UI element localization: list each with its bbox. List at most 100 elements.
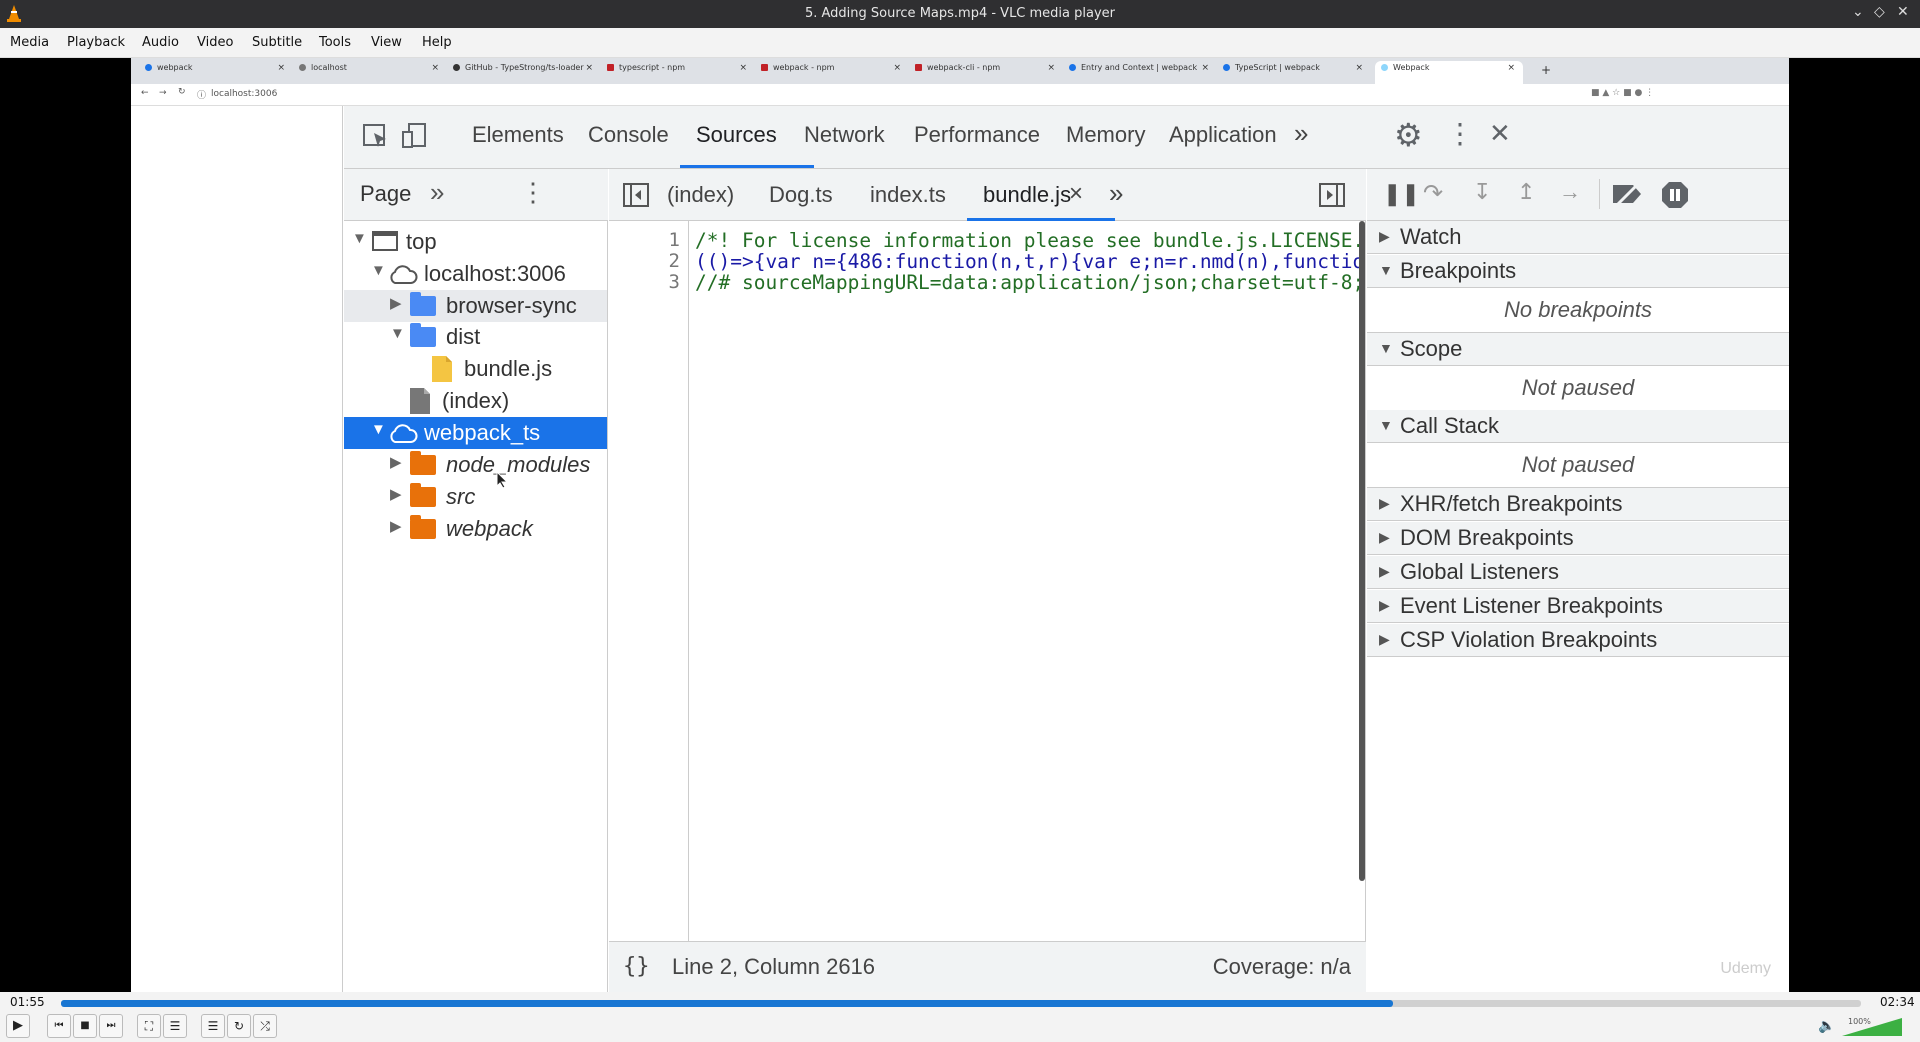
more-navigator-icon[interactable]: » <box>430 177 444 208</box>
more-editor-tabs-icon[interactable]: » <box>1109 178 1123 209</box>
tab-application[interactable]: Application <box>1169 122 1277 148</box>
code-line-2[interactable]: (()=>{var n={486:function(n,t,r){var e;n… <box>695 250 1360 273</box>
section-xhr-breakpoints[interactable]: ▶ XHR/fetch Breakpoints <box>1367 488 1789 521</box>
tab-performance[interactable]: Performance <box>914 122 1040 148</box>
section-dom-breakpoints[interactable]: ▶ DOM Breakpoints <box>1367 522 1789 555</box>
navigator-menu-icon[interactable]: ⋮ <box>520 177 546 208</box>
npm-icon <box>607 64 614 71</box>
volume-slider[interactable] <box>1842 1018 1902 1036</box>
next-button[interactable]: ⏭ <box>99 1014 123 1038</box>
info-icon: ⓘ <box>197 91 207 101</box>
stop-button[interactable]: ■ <box>73 1014 97 1038</box>
close-devtools-icon[interactable]: ✕ <box>1489 118 1511 149</box>
tree-item-browser-sync[interactable]: ▶ browser-sync <box>344 290 607 322</box>
tree-item-src[interactable]: ▶ src <box>344 481 607 513</box>
tree-item-label: src <box>446 484 476 509</box>
kebab-menu-icon[interactable]: ⋮ <box>1446 117 1474 150</box>
previous-button[interactable]: ⏮ <box>47 1014 71 1038</box>
tree-item-bundle-js[interactable]: bundle.js <box>344 353 607 385</box>
line-number-gutter: 1 2 3 <box>609 221 689 941</box>
settings-gear-icon[interactable]: ⚙ <box>1394 116 1423 154</box>
play-button[interactable]: ▶ <box>6 1014 30 1038</box>
seek-bar[interactable] <box>61 1000 1861 1007</box>
section-csp-violation-breakpoints[interactable]: ▶ CSP Violation Breakpoints <box>1367 624 1789 657</box>
more-tabs-icon[interactable]: » <box>1294 118 1308 149</box>
extended-settings-button[interactable]: ☰ <box>163 1014 187 1038</box>
active-tab-indicator <box>680 165 814 168</box>
menu-help[interactable]: Help <box>422 35 452 50</box>
menu-subtitle[interactable]: Subtitle <box>252 35 302 50</box>
toggle-navigator-icon[interactable] <box>623 183 649 207</box>
tab-console[interactable]: Console <box>588 122 669 148</box>
section-call-stack[interactable]: ▼ Call Stack <box>1367 410 1789 443</box>
line-number: 2 <box>668 250 680 272</box>
tree-item-label: top <box>406 229 437 254</box>
speaker-icon[interactable]: 🔈 <box>1818 1018 1835 1034</box>
step-over-icon[interactable]: ↷ <box>1423 179 1443 208</box>
tree-item-label: webpack_ts <box>424 420 541 445</box>
step-icon[interactable]: → <box>1559 179 1581 205</box>
collapsed-arrow-icon: ▶ <box>1379 529 1390 545</box>
collapsed-arrow-icon: ▶ <box>390 295 402 312</box>
browser-tab-strip: webpack × localhost × GitHub - TypeStrong/… <box>131 58 1789 84</box>
extension-icons: ■ ▲ ☆ ■ ● ⋮ <box>1591 88 1655 98</box>
menu-audio[interactable]: Audio <box>142 35 179 50</box>
browser-tab-label: Webpack <box>1393 63 1430 72</box>
tree-item-top[interactable]: ▼ top <box>344 226 607 258</box>
close-editor-tab-icon[interactable]: × <box>1069 180 1083 208</box>
section-watch[interactable]: ▶ Watch <box>1367 221 1789 254</box>
minimize-icon[interactable]: ⌄ <box>1852 4 1864 20</box>
menu-media[interactable]: Media <box>10 35 49 50</box>
menu-playback[interactable]: Playback <box>67 35 125 50</box>
step-out-icon[interactable]: ↥ <box>1517 179 1535 205</box>
shuffle-button[interactable]: ⤮ <box>253 1014 277 1038</box>
pretty-print-button[interactable]: {} <box>623 954 650 979</box>
tree-item-localhost[interactable]: ▼ localhost:3006 <box>344 258 607 290</box>
editor-tab-index-ts[interactable]: index.ts <box>870 182 946 208</box>
folder-icon <box>410 292 436 316</box>
tree-item-webpack[interactable]: ▶ webpack <box>344 513 607 545</box>
deactivate-breakpoints-icon[interactable] <box>1611 181 1645 207</box>
fullscreen-button[interactable]: ⛶ <box>137 1014 161 1038</box>
maximize-icon[interactable]: ◇ <box>1874 4 1885 20</box>
close-icon[interactable]: ✕ <box>1897 4 1909 20</box>
tree-item-webpack-ts[interactable]: ▼ webpack_ts <box>344 417 607 449</box>
editor-tab-bundle-js[interactable]: bundle.js <box>983 182 1071 208</box>
tree-item-index[interactable]: (index) <box>344 385 607 417</box>
browser-tab-label: localhost <box>311 63 347 72</box>
section-scope[interactable]: ▼ Scope <box>1367 333 1789 366</box>
tab-memory[interactable]: Memory <box>1066 122 1145 148</box>
menu-view[interactable]: View <box>371 35 402 50</box>
menu-video[interactable]: Video <box>197 35 233 50</box>
tree-item-label: (index) <box>442 388 510 413</box>
editor-tab-index[interactable]: (index) <box>667 182 734 208</box>
menu-tools[interactable]: Tools <box>319 35 351 50</box>
section-global-listeners[interactable]: ▶ Global Listeners <box>1367 556 1789 589</box>
toggle-debugger-icon[interactable] <box>1319 183 1345 207</box>
code-line-1[interactable]: /*! For license information please see b… <box>695 229 1360 252</box>
pause-icon[interactable]: ❚❚ <box>1383 181 1420 207</box>
tree-item-dist[interactable]: ▼ dist <box>344 321 607 353</box>
playlist-button[interactable]: ☰ <box>201 1014 225 1038</box>
code-line-3[interactable]: //# sourceMappingURL=data:application/js… <box>695 271 1360 294</box>
tab-elements[interactable]: Elements <box>472 122 564 148</box>
collapsed-arrow-icon: ▶ <box>1379 563 1390 579</box>
forward-icon: → <box>159 88 167 98</box>
pause-on-exceptions-icon[interactable] <box>1661 181 1689 209</box>
navigator-tab-page[interactable]: Page <box>360 181 411 207</box>
section-breakpoints[interactable]: ▼ Breakpoints <box>1367 255 1789 288</box>
tab-network[interactable]: Network <box>804 122 885 148</box>
loop-button[interactable]: ↻ <box>227 1014 251 1038</box>
tree-item-label: node_modules <box>446 452 591 477</box>
cloud-icon <box>390 265 418 284</box>
section-event-listener-breakpoints[interactable]: ▶ Event Listener Breakpoints <box>1367 590 1789 623</box>
editor-status-bar: {} Line 2, Column 2616 Coverage: n/a <box>609 941 1366 992</box>
editor-scrollbar[interactable] <box>1359 221 1365 881</box>
tree-item-node-modules[interactable]: ▶ node_modules <box>344 449 607 481</box>
close-tab-icon: × <box>739 63 747 73</box>
step-into-icon[interactable]: ↧ <box>1473 179 1491 205</box>
device-toolbar-icon <box>402 123 426 148</box>
total-time: 02:34 <box>1880 995 1915 1009</box>
editor-tab-dog-ts[interactable]: Dog.ts <box>769 182 833 208</box>
tab-sources[interactable]: Sources <box>696 122 777 148</box>
